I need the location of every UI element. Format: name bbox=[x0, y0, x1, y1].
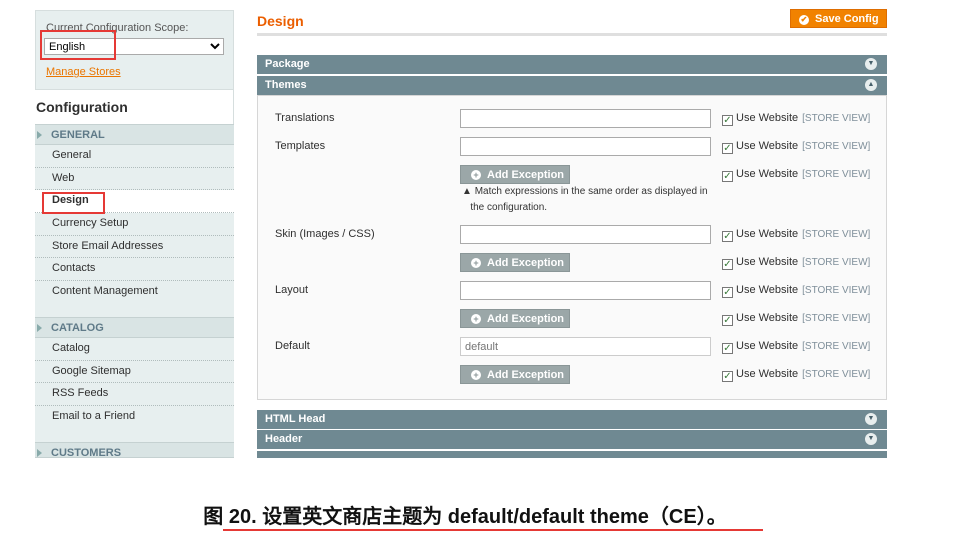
manage-stores-link[interactable]: Manage Stores bbox=[46, 66, 121, 78]
sidebar-section-general[interactable]: GENERAL bbox=[35, 124, 234, 145]
expand-icon: ▼ bbox=[865, 58, 877, 70]
highlight-box bbox=[42, 192, 105, 214]
checkbox-checked-icon: ✓ bbox=[722, 371, 733, 382]
section-package[interactable]: Package ▼ bbox=[257, 55, 887, 74]
sidebar-section-catalog[interactable]: CATALOG bbox=[35, 317, 234, 338]
page-title: Design bbox=[257, 13, 304, 29]
check-icon: ✔ bbox=[799, 15, 809, 25]
section-header[interactable]: Header ▼ bbox=[257, 430, 887, 449]
sidebar-item-currency-setup[interactable]: Currency Setup bbox=[35, 213, 234, 236]
expand-icon: ▼ bbox=[865, 433, 877, 445]
expand-icon: ▼ bbox=[865, 413, 877, 425]
use-website-checkbox[interactable]: ✓ Use Website [STORE VIEW] bbox=[722, 368, 870, 382]
layout-input[interactable] bbox=[460, 281, 711, 300]
use-website-checkbox[interactable]: ✓ Use Website [STORE VIEW] bbox=[722, 284, 870, 298]
collapse-icon: ▲ bbox=[865, 79, 877, 91]
checkbox-checked-icon: ✓ bbox=[722, 287, 733, 298]
field-label: Default bbox=[275, 340, 310, 352]
field-label: Skin (Images / CSS) bbox=[275, 228, 375, 240]
checkbox-checked-icon: ✓ bbox=[722, 259, 733, 270]
skin-input[interactable] bbox=[460, 225, 711, 244]
sidebar-item-general[interactable]: General bbox=[35, 145, 234, 168]
checkbox-checked-icon: ✓ bbox=[722, 171, 733, 182]
divider bbox=[257, 33, 887, 36]
caption-underline bbox=[223, 529, 763, 531]
exception-note: ▲ Match expressions in the same order as… bbox=[462, 186, 708, 213]
section-partial[interactable] bbox=[257, 451, 887, 458]
plus-icon: + bbox=[471, 258, 481, 268]
use-website-checkbox[interactable]: ✓ Use Website [STORE VIEW] bbox=[722, 312, 870, 326]
use-website-checkbox[interactable]: ✓ Use Website [STORE VIEW] bbox=[722, 168, 870, 182]
use-website-checkbox[interactable]: ✓ Use Website [STORE VIEW] bbox=[722, 256, 870, 270]
checkbox-checked-icon: ✓ bbox=[722, 315, 733, 326]
plus-icon: + bbox=[471, 170, 481, 180]
use-website-checkbox[interactable]: ✓ Use Website [STORE VIEW] bbox=[722, 112, 870, 126]
checkbox-checked-icon: ✓ bbox=[722, 231, 733, 242]
plus-icon: + bbox=[471, 314, 481, 324]
use-website-checkbox[interactable]: ✓ Use Website [STORE VIEW] bbox=[722, 140, 870, 154]
add-exception-button[interactable]: + Add Exception bbox=[460, 253, 570, 272]
sidebar-item-rss-feeds[interactable]: RSS Feeds bbox=[35, 383, 234, 406]
sidebar-title: Configuration bbox=[35, 90, 234, 124]
sidebar-item-store-email[interactable]: Store Email Addresses bbox=[35, 235, 234, 258]
sidebar-item-content-management[interactable]: Content Management bbox=[35, 280, 234, 318]
templates-input[interactable] bbox=[460, 137, 711, 156]
field-label: Templates bbox=[275, 140, 326, 152]
sidebar-item-catalog[interactable]: Catalog bbox=[35, 338, 234, 361]
sidebar-item-contacts[interactable]: Contacts bbox=[35, 258, 234, 281]
figure-caption: 图 20. 设置英文商店主题为 default/default theme（CE… bbox=[203, 506, 727, 528]
default-input[interactable] bbox=[460, 337, 711, 356]
checkbox-checked-icon: ✓ bbox=[722, 143, 733, 154]
add-exception-button[interactable]: + Add Exception bbox=[460, 165, 570, 184]
field-label: Layout bbox=[275, 284, 309, 296]
sidebar-item-web[interactable]: Web bbox=[35, 167, 234, 190]
sidebar-section-customers[interactable]: CUSTOMERS bbox=[35, 442, 234, 459]
section-html-head[interactable]: HTML Head ▼ bbox=[257, 410, 887, 429]
save-config-button[interactable]: ✔ Save Config bbox=[790, 9, 887, 28]
add-exception-button[interactable]: + Add Exception bbox=[460, 365, 570, 384]
use-website-checkbox[interactable]: ✓ Use Website [STORE VIEW] bbox=[722, 340, 870, 354]
highlight-box bbox=[40, 30, 116, 60]
field-label: Translations bbox=[275, 112, 335, 124]
checkbox-checked-icon: ✓ bbox=[722, 115, 733, 126]
use-website-checkbox[interactable]: ✓ Use Website [STORE VIEW] bbox=[722, 228, 870, 242]
sidebar-item-email-friend[interactable]: Email to a Friend bbox=[35, 405, 234, 443]
translations-input[interactable] bbox=[460, 109, 711, 128]
section-themes[interactable]: Themes ▲ bbox=[257, 76, 887, 95]
checkbox-checked-icon: ✓ bbox=[722, 343, 733, 354]
add-exception-button[interactable]: + Add Exception bbox=[460, 309, 570, 328]
plus-icon: + bbox=[471, 370, 481, 380]
sidebar-item-google-sitemap[interactable]: Google Sitemap bbox=[35, 360, 234, 383]
